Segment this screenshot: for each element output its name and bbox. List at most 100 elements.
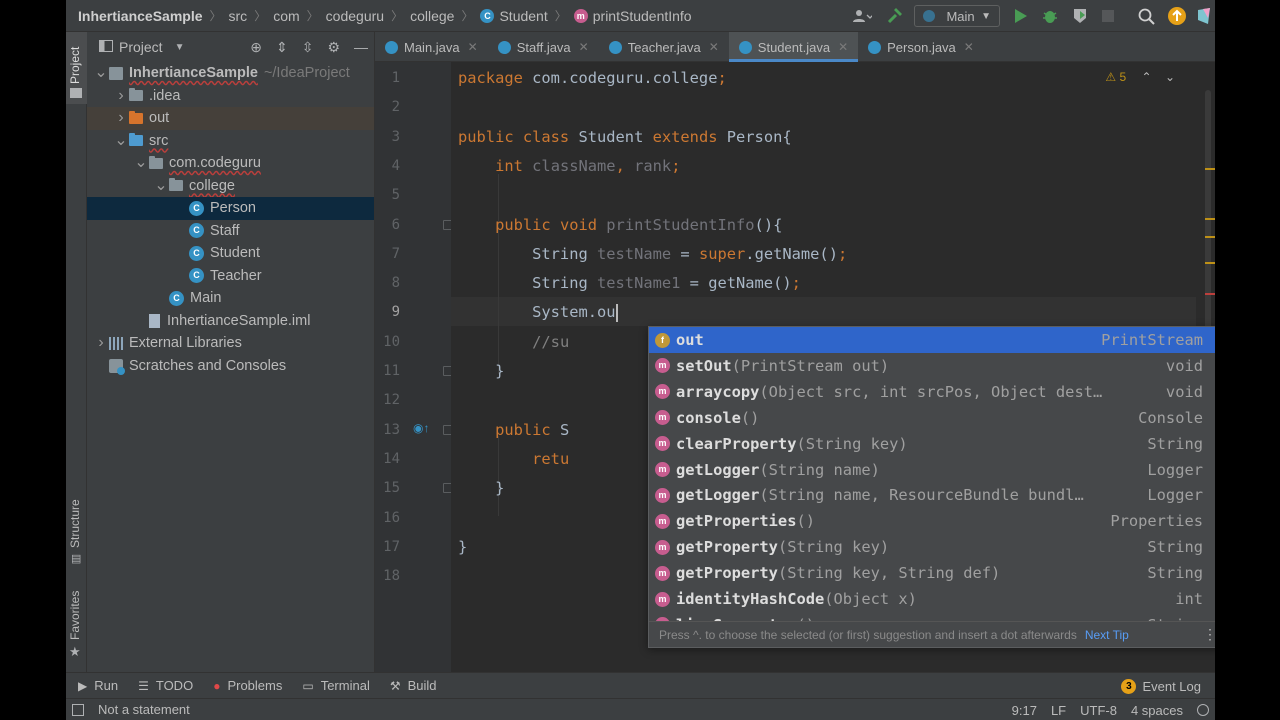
error-marker[interactable] <box>1205 293 1215 295</box>
next-tip-link[interactable]: Next Tip <box>1085 628 1129 642</box>
tree-item[interactable]: Scratches and Consoles <box>87 355 374 378</box>
warning-marker[interactable] <box>1205 218 1215 220</box>
tool-window-terminal[interactable]: ▭ Terminal <box>302 678 369 693</box>
search-icon[interactable] <box>1138 5 1155 27</box>
line-number: 12 <box>383 392 400 409</box>
tree-item[interactable]: C Teacher <box>87 265 374 288</box>
tree-item[interactable]: C Person <box>87 197 374 220</box>
debug-icon[interactable] <box>1042 5 1058 27</box>
breadcrumb-com[interactable]: com <box>273 8 299 24</box>
structure-tool-label[interactable]: Structure <box>68 499 82 548</box>
jetbrains-icon[interactable] <box>1197 5 1211 27</box>
chevron-down-icon[interactable]: ⌄ <box>153 177 169 193</box>
inspection-widget[interactable]: ⚠ 5 ⌃ ⌄ <box>1105 70 1175 84</box>
chevron-down-icon[interactable]: ⌄ <box>93 65 109 81</box>
line-separator[interactable]: LF <box>1051 703 1066 718</box>
chevron-down-icon[interactable]: ⌄ <box>113 132 129 148</box>
completion-item[interactable]: m getLogger (String name, ResourceBundle b… <box>649 482 1215 508</box>
update-icon[interactable] <box>1167 5 1187 27</box>
completion-item[interactable]: m setOut (PrintStream out) void <box>649 353 1215 379</box>
breadcrumb-method[interactable]: printStudentInfo <box>593 8 692 24</box>
completion-item[interactable]: m getProperties() Properties <box>649 508 1215 534</box>
caret-position[interactable]: 9:17 <box>1012 703 1037 718</box>
tree-item[interactable]: C Main <box>87 287 374 310</box>
line-number: 15 <box>383 480 400 497</box>
chevron-right-icon[interactable]: › <box>113 87 129 105</box>
chevron-up-icon[interactable]: ⌃ <box>1142 70 1152 84</box>
tree-item[interactable]: C Staff <box>87 220 374 243</box>
tree-item[interactable]: InhertianceSample.iml <box>87 310 374 333</box>
coverage-icon[interactable] <box>1072 5 1088 27</box>
warning-marker[interactable] <box>1205 168 1215 170</box>
warning-marker[interactable] <box>1205 236 1215 238</box>
editor-tab-label: Staff.java <box>516 39 571 55</box>
breadcrumb-college[interactable]: college <box>410 8 454 24</box>
tree-item[interactable]: › out <box>87 107 374 130</box>
line-number: 4 <box>391 157 400 174</box>
file-encoding[interactable]: UTF-8 <box>1080 703 1117 718</box>
completion-item[interactable]: m getLogger (String name) Logger <box>649 457 1215 483</box>
locate-icon[interactable]: ⊕ <box>250 39 262 56</box>
chevron-right-icon[interactable]: › <box>113 109 129 127</box>
close-icon[interactable]: ✕ <box>709 40 719 54</box>
tree-item[interactable]: ⌄ src <box>87 130 374 153</box>
minimize-icon[interactable]: — <box>354 39 368 55</box>
tool-window-todo[interactable]: ☰ TODO <box>138 678 193 693</box>
more-options-icon[interactable]: ⋮ <box>1203 626 1215 643</box>
memory-indicator-icon[interactable] <box>1197 704 1209 716</box>
collapse-all-icon[interactable]: ⇳ <box>302 39 314 56</box>
excluded-folder-icon <box>129 110 143 124</box>
tool-window-run[interactable]: ▶ Run <box>78 678 118 693</box>
gear-icon[interactable]: ⚙ <box>327 39 340 56</box>
run-icon[interactable] <box>1014 5 1028 27</box>
run-config-select[interactable]: Main ▼ <box>914 5 1000 27</box>
layout-toggle-icon[interactable] <box>72 703 84 716</box>
expand-all-icon[interactable]: ⇕ <box>276 39 288 56</box>
completion-item[interactable]: m getProperty (String key) String <box>649 534 1215 560</box>
close-icon[interactable]: ✕ <box>468 40 478 54</box>
editor-tab[interactable]: Teacher.java ✕ <box>599 32 729 62</box>
chevron-down-icon[interactable]: ⌄ <box>133 155 149 171</box>
completion-item[interactable]: m arraycopy (Object src, int srcPos, Objec… <box>649 379 1215 405</box>
tool-window-problems[interactable]: ● Problems <box>213 678 282 693</box>
favorites-tool-label[interactable]: Favorites <box>68 591 82 640</box>
indent-setting[interactable]: 4 spaces <box>1131 703 1183 718</box>
event-log-button[interactable]: 3 Event Log <box>1121 673 1201 699</box>
tree-item[interactable]: ⌄ college <box>87 175 374 198</box>
tree-item[interactable]: C Student <box>87 242 374 265</box>
editor-tab[interactable]: Person.java ✕ <box>858 32 984 62</box>
override-marker-icon[interactable]: ◉↑ <box>413 421 429 435</box>
completion-item[interactable]: f out PrintStream <box>649 327 1215 353</box>
close-icon[interactable]: ✕ <box>838 40 848 54</box>
chevron-down-icon[interactable]: ⌄ <box>1165 70 1175 84</box>
code-token: package <box>458 69 533 87</box>
tool-window-build[interactable]: ⚒ Build <box>390 678 437 693</box>
tree-item[interactable]: › .idea <box>87 85 374 108</box>
stop-icon[interactable] <box>1102 5 1114 27</box>
tree-item[interactable]: ⌄ InhertianceSample ~/IdeaProject <box>87 62 374 85</box>
tree-item[interactable]: › External Libraries <box>87 332 374 355</box>
user-icon[interactable] <box>852 5 872 27</box>
close-icon[interactable]: ✕ <box>964 40 974 54</box>
project-tool-label[interactable]: Project <box>68 47 82 84</box>
editor-tab[interactable]: Staff.java ✕ <box>488 32 599 62</box>
editor-tab[interactable]: Main.java ✕ <box>375 32 488 62</box>
hammer-icon[interactable] <box>886 5 904 27</box>
chevron-right-icon[interactable]: › <box>93 334 109 352</box>
breadcrumb-codeguru[interactable]: codeguru <box>326 8 384 24</box>
completion-item[interactable]: m console() Console <box>649 405 1215 431</box>
breadcrumb-project[interactable]: InhertianceSample <box>78 8 203 24</box>
project-panel-title[interactable]: Project <box>119 39 163 55</box>
warning-marker[interactable] <box>1205 262 1215 264</box>
completion-item[interactable]: m identityHashCode (Object x) int <box>649 586 1215 612</box>
close-icon[interactable]: ✕ <box>579 40 589 54</box>
build-icon: ⚒ <box>389 678 401 693</box>
line-number: 7 <box>391 245 400 262</box>
completion-item[interactable]: m clearProperty (String key) String <box>649 431 1215 457</box>
breadcrumb-src[interactable]: src <box>229 8 248 24</box>
tree-item[interactable]: ⌄ com.codeguru <box>87 152 374 175</box>
chevron-down-icon[interactable]: ▼ <box>175 42 185 53</box>
breadcrumb-class[interactable]: Student <box>499 8 547 24</box>
editor-tab[interactable]: Student.java ✕ <box>728 32 859 62</box>
completion-item[interactable]: m getProperty (String key, String def) Stri… <box>649 560 1215 586</box>
